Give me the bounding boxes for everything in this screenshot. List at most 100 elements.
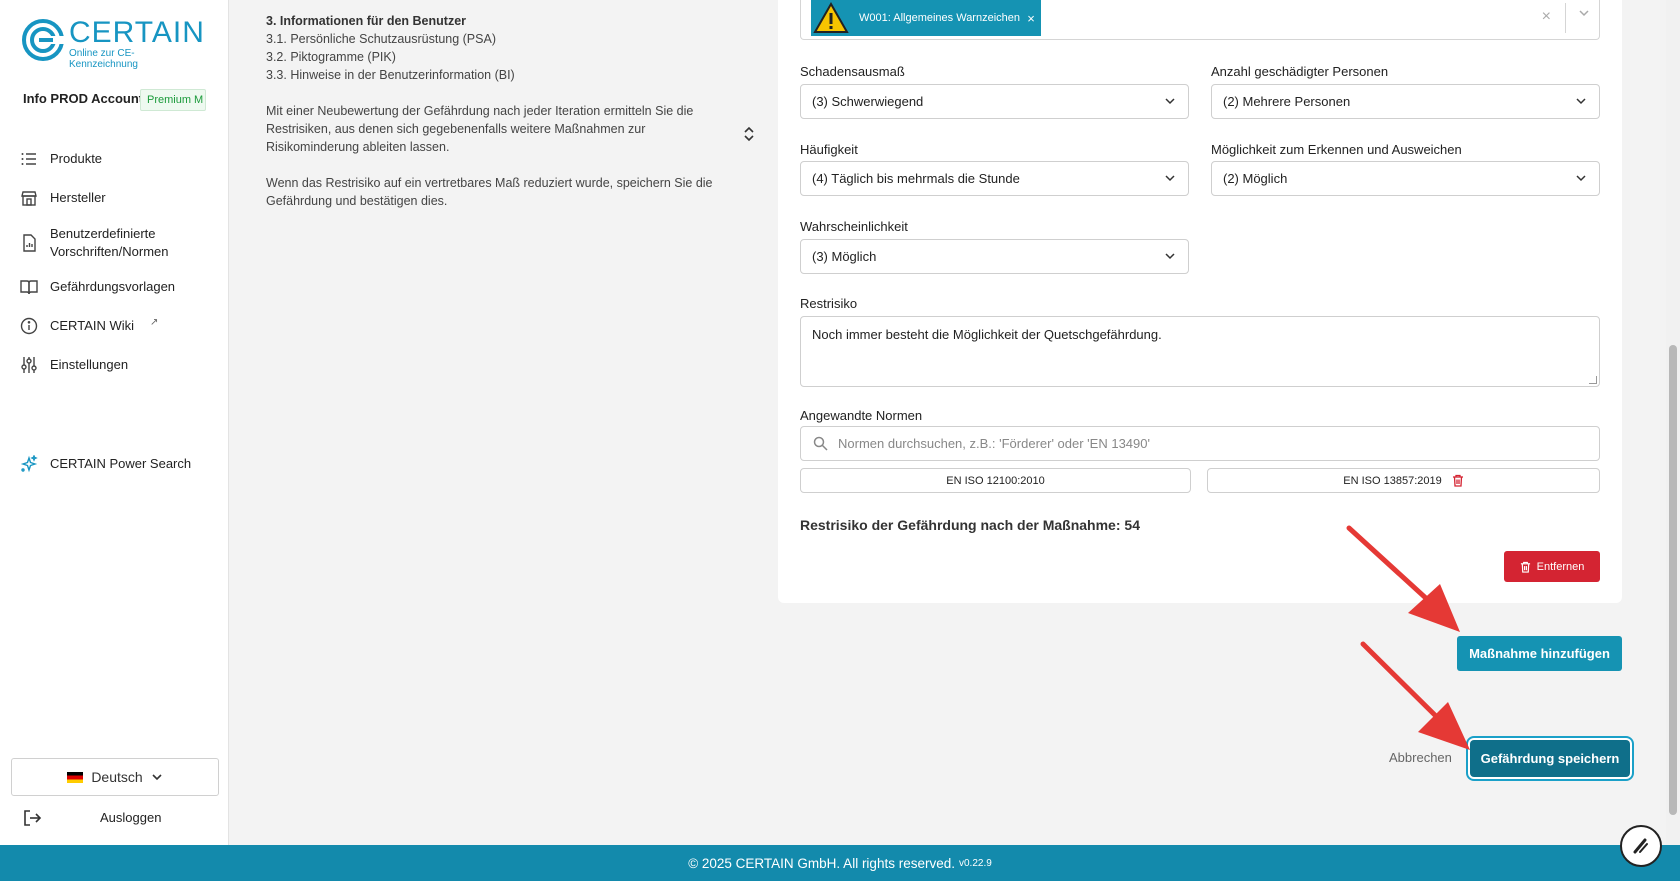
norm-chip-label: EN ISO 13857:2019 [1343,474,1442,487]
language-select[interactable]: Deutsch [11,758,219,796]
logout-label: Ausloggen [100,810,162,825]
brand-name: CERTAIN [69,16,205,49]
wahrscheinlichkeit-label: Wahrscheinlichkeit [800,219,908,234]
sidebar-item-vorschriften[interactable]: Benutzerdefinierte Vorschriften/Normen [20,225,180,261]
anzahl-label: Anzahl geschädigter Personen [1211,64,1389,79]
haeufigkeit-label: Häufigkeit [800,142,858,157]
sidebar-item-label: Einstellungen [50,357,129,372]
select-value: (2) Mehrere Personen [1223,94,1351,109]
help-text: 3. Informationen für den Benutzer 3.1. P… [266,12,726,228]
chevron-down-icon [1576,98,1586,105]
pictogram-chip-label: W001: Allgemeines Warnzeichen [859,12,1021,24]
sidebar-item-einstellungen[interactable]: Einstellungen [20,356,128,374]
store-icon [20,189,38,207]
select-value: (2) Möglich [1223,171,1288,186]
result-label: Restrisiko der Gefährdung nach der Maßna… [800,517,1121,533]
chevron-down-icon [1165,98,1175,105]
help-paragraph: Wenn das Restrisiko auf ein vertretbares… [266,176,713,208]
select-value: (3) Schwerwiegend [812,94,924,109]
footer-copyright: © 2025 CERTAIN GmbH. All rights reserved… [688,855,955,871]
list-icon [20,150,38,168]
select-value: (4) Täglich bis mehrmals die Stunde [812,171,1020,186]
result-line: Restrisiko der Gefährdung nach der Maßna… [800,517,1140,533]
sidebar: CERTAIN Online zur CE-Kennzeichnung Info… [0,0,229,845]
brand-tagline: Online zur CE-Kennzeichnung [69,48,138,70]
edit-icon [1633,838,1648,854]
help-paragraph: Mit einer Neubewertung der Gefährdung na… [266,104,694,154]
help-line: 3.3. Hinweise in der Benutzerinformation… [266,68,515,82]
arrow-head-save-icon [1418,702,1470,750]
schadensausmass-select[interactable]: (3) Schwerwiegend [800,84,1189,119]
anzahl-select[interactable]: (2) Mehrere Personen [1211,84,1600,119]
haeufigkeit-select[interactable]: (4) Täglich bis mehrmals die Stunde [800,161,1189,196]
pictogram-chip: W001: Allgemeines Warnzeichen × [811,0,1041,36]
sidebar-item-label: Gefährdungsvorlagen [50,279,176,294]
trash-icon[interactable] [1452,474,1464,487]
result-value: 54 [1124,517,1140,533]
measure-card: W001: Allgemeines Warnzeichen × × Schade… [778,0,1622,603]
moeglichkeit-select[interactable]: (2) Möglich [1211,161,1600,196]
sidebar-item-hersteller[interactable]: Hersteller [20,189,106,207]
external-link-icon: ↗ [150,317,159,328]
document-icon [20,234,38,252]
floating-action-button[interactable] [1620,825,1662,867]
sidebar-item-label: Hersteller [50,190,106,205]
annotation-arrow-save [1360,641,1451,731]
resize-handle-icon[interactable] [1589,376,1597,384]
sidebar-item-power-search[interactable]: CERTAIN Power Search [20,455,191,473]
chevron-down-icon [152,774,162,781]
sidebar-item-produkte[interactable]: Produkte [20,150,102,168]
sidebar-item-label: Benutzerdefinierte Vorschriften/Normen [50,226,169,259]
logout-icon [24,810,42,826]
help-line: 3.1. Persönliche Schutzausrüstung (PSA) [266,32,496,46]
footer: © 2025 CERTAIN GmbH. All rights reserved… [0,845,1680,881]
sidebar-item-label: Produkte [50,151,103,166]
help-line: 3.2. Piktogramme (PIK) [266,50,396,64]
language-label: Deutsch [91,769,143,785]
chevron-down-icon [1165,175,1175,182]
chevron-down-icon[interactable] [1578,6,1590,22]
sparkle-icon [20,455,38,473]
save-hazard-button[interactable]: Gefährdung speichern [1470,740,1630,777]
chevron-down-icon [1165,253,1175,260]
pictogram-select[interactable]: W001: Allgemeines Warnzeichen × × [800,0,1600,40]
sidebar-item-label: CERTAIN Wiki [50,318,135,333]
info-icon [20,317,38,335]
add-measure-button[interactable]: Maßnahme hinzufügen [1457,636,1622,671]
warning-triangle-icon [811,0,851,36]
sidebar-item-gefaehrdungsvorlagen[interactable]: Gefährdungsvorlagen [20,278,175,296]
divider [1565,3,1566,33]
remove-label: Entfernen [1536,560,1585,573]
wahrscheinlichkeit-select[interactable]: (3) Möglich [800,239,1189,274]
trash-icon [1520,561,1530,573]
sidebar-item-label: CERTAIN Power Search [50,456,192,471]
search-icon [813,436,828,451]
footer-version: v0.22.9 [958,857,992,869]
norm-chip[interactable]: EN ISO 13857:2019 [1207,468,1600,493]
chip-remove-icon[interactable]: × [1021,11,1041,26]
chevron-down-icon [1576,175,1586,182]
sidebar-item-wiki[interactable]: CERTAIN Wiki ↗ [20,317,158,335]
brand-logo[interactable]: CERTAIN Online zur CE-Kennzeichnung [21,16,204,70]
clear-icon[interactable]: × [1542,8,1551,26]
search-placeholder: Normen durchsuchen, z.B.: 'Förderer' ode… [838,436,1150,451]
moeglichkeit-label: Möglichkeit zum Erkennen und Ausweichen [1211,142,1462,157]
restrisiko-textarea[interactable]: Noch immer besteht die Möglichkeit der Q… [800,316,1600,387]
norm-chip[interactable]: EN ISO 12100:2010 [800,468,1191,493]
logout-button[interactable]: Ausloggen [22,808,222,830]
german-flag-icon [67,771,84,783]
cancel-button[interactable]: Abbrechen [1389,750,1452,765]
restrisiko-label: Restrisiko [800,296,858,311]
account-name: Info PROD Account [23,91,144,106]
schadensausmass-label: Schadensausmaß [800,64,905,79]
select-value: (3) Möglich [812,249,877,264]
remove-measure-button[interactable]: Entfernen [1504,551,1600,582]
sliders-icon [20,356,38,374]
help-heading: 3. Informationen für den Benutzer [266,14,467,28]
scrollbar-thumb[interactable] [1669,345,1677,815]
book-icon [20,278,38,296]
normen-search-input[interactable]: Normen durchsuchen, z.B.: 'Förderer' ode… [800,426,1600,461]
textarea-value: Noch immer besteht die Möglichkeit der Q… [812,327,1162,342]
plan-badge: Premium M [140,89,206,111]
expand-collapse-icon[interactable] [743,126,755,145]
